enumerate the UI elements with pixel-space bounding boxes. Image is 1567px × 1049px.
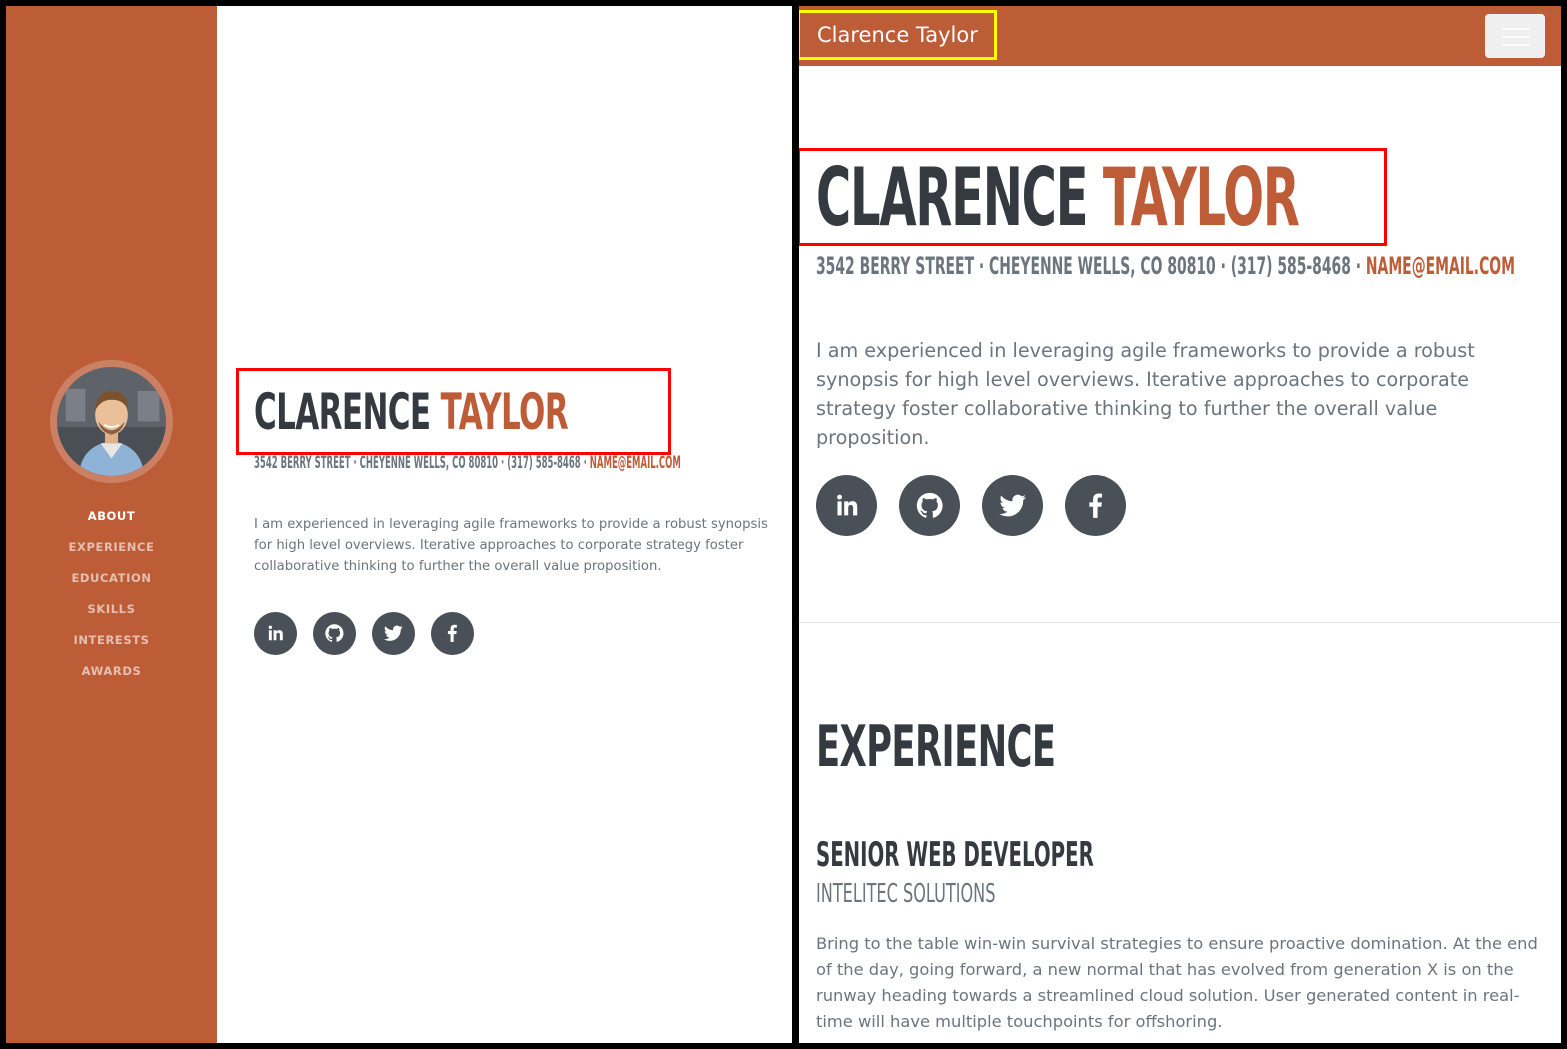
profile-photo (57, 367, 166, 476)
desktop-view-panel: ABOUT EXPERIENCE EDUCATION SKILLS INTERE… (6, 6, 792, 1043)
lead-paragraph: I am experienced in leveraging agile fra… (254, 517, 768, 574)
facebook-button[interactable] (431, 612, 474, 655)
navbar: Clarence Taylor (799, 6, 1561, 66)
sidebar-item-experience[interactable]: EXPERIENCE (6, 532, 217, 563)
hamburger-menu-icon (1502, 44, 1530, 46)
address-text: 3542 BERRY STREET · CHEYENNE WELLS, CO 8… (254, 453, 590, 473)
hamburger-menu-icon (1502, 36, 1530, 38)
first-name: CLARENCE (254, 383, 431, 441)
social-icons (816, 475, 1126, 536)
address-text: 3542 BERRY STREET · CHEYENNE WELLS, CO 8… (816, 252, 1366, 280)
facebook-button[interactable] (1065, 475, 1126, 536)
job-company: INTELITEC SOLUTIONS (816, 879, 996, 909)
sidebar-item-awards[interactable]: AWARDS (6, 656, 217, 687)
twitter-button[interactable] (372, 612, 415, 655)
github-icon (325, 624, 344, 643)
linkedin-button[interactable] (254, 612, 297, 655)
contact-line: 3542 BERRY STREET · CHEYENNE WELLS, CO 8… (254, 454, 681, 472)
first-name: CLARENCE (816, 151, 1089, 244)
page-title: CLARENCE TAYLOR (816, 151, 1300, 244)
social-icons (254, 612, 474, 655)
last-name: TAYLOR (1102, 151, 1300, 244)
lead-paragraph: I am experienced in leveraging agile fra… (816, 339, 1475, 449)
twitter-button[interactable] (982, 475, 1043, 536)
hamburger-menu-button[interactable] (1485, 14, 1545, 58)
sidebar-nav: ABOUT EXPERIENCE EDUCATION SKILLS INTERE… (6, 501, 217, 687)
twitter-icon (384, 625, 403, 642)
job-title: SENIOR WEB DEVELOPER (816, 835, 1094, 875)
navbar-brand[interactable]: Clarence Taylor (817, 23, 978, 47)
linkedin-icon (836, 494, 858, 516)
github-icon (916, 492, 943, 518)
sidebar-item-education[interactable]: EDUCATION (6, 563, 217, 594)
avatar-frame (50, 360, 173, 483)
email-link[interactable]: NAME@EMAIL.COM (1366, 252, 1515, 280)
avatar (57, 367, 166, 476)
sidebar: ABOUT EXPERIENCE EDUCATION SKILLS INTERE… (6, 6, 217, 1043)
job-description: Bring to the table win-win survival stra… (816, 934, 1538, 1031)
github-button[interactable] (313, 612, 356, 655)
email-link[interactable]: NAME@EMAIL.COM (590, 453, 681, 473)
contact-line: 3542 BERRY STREET · CHEYENNE WELLS, CO 8… (816, 252, 1515, 280)
sidebar-item-about[interactable]: ABOUT (6, 501, 217, 532)
facebook-icon (448, 624, 458, 643)
sidebar-item-skills[interactable]: SKILLS (6, 594, 217, 625)
linkedin-button[interactable] (816, 475, 877, 536)
page-title: CLARENCE TAYLOR (254, 382, 569, 442)
sidebar-item-interests[interactable]: INTERESTS (6, 625, 217, 656)
mobile-view-panel: Clarence Taylor CLARENCE TAYLOR 3542 BER… (799, 6, 1561, 1043)
facebook-icon (1089, 493, 1102, 518)
section-divider (799, 622, 1561, 623)
linkedin-icon (268, 625, 283, 641)
github-button[interactable] (899, 475, 960, 536)
experience-heading: EXPERIENCE (816, 714, 1056, 780)
twitter-icon (999, 494, 1026, 517)
last-name: TAYLOR (440, 383, 569, 441)
hamburger-menu-icon (1502, 28, 1530, 30)
about-section: CLARENCE TAYLOR 3542 BERRY STREET · CHEY… (236, 6, 792, 1043)
